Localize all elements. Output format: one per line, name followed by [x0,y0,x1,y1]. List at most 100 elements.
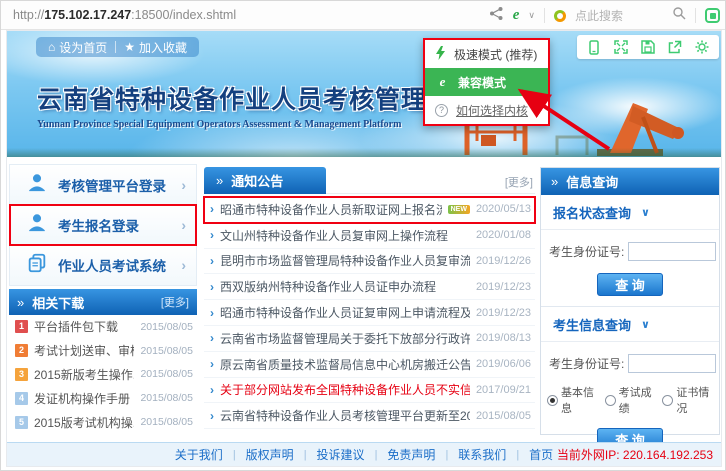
mobile-view-icon[interactable] [587,40,601,55]
save-page-icon[interactable] [641,40,655,54]
home-icon: ⌂ [48,40,55,54]
download-item[interactable]: 4发证机构操作手册2015/08/05 [9,386,197,410]
notice-item[interactable]: ›昭通市特种设备作业人员新取证网上报名流程NEW2020/05/13 [204,197,535,223]
footer-link-copyright[interactable]: 版权声明 [246,446,294,463]
download-date: 2015/08/05 [140,321,193,333]
arrow-icon: › [210,383,214,397]
rank-badge: 1 [15,320,28,333]
share-icon[interactable] [489,6,504,26]
footer-link-contact[interactable]: 联系我们 [458,446,506,463]
notice-item[interactable]: ›关于部分网站发布全国特种设备作业人员不实信息...2017/09/21 [204,378,535,404]
page-subtitle: Yunnan Province Special Equipment Operat… [37,119,479,130]
share-page-icon[interactable] [668,40,682,54]
star-icon: ★ [124,40,135,54]
chevron-down-icon[interactable]: ∨ [528,10,535,21]
info-id-input[interactable] [628,354,716,373]
menu-item-kernel-help[interactable]: ? 如何选择内核 [425,96,548,124]
notice-item[interactable]: ›文山州特种设备作业人员复审网上操作流程2020/01/08 [204,223,535,249]
browser-window: http://175.102.17.247:18500/index.shtml … [0,0,726,471]
download-item[interactable]: 32015新版考生操作...2015/08/05 [9,363,197,387]
double-arrow-icon: » [216,173,223,188]
section-status-query[interactable]: 报名状态查询 ∨ [541,195,719,230]
download-item[interactable]: 2考试计划送审、审核 ...2015/08/05 [9,339,197,363]
browser-plugin-toolbar [577,35,719,59]
set-homepage-link[interactable]: ⌂设为首页 [48,39,107,56]
rank-badge: 5 [15,416,28,429]
query-panel-title: 信息查询 [566,172,618,191]
id-number-label: 考生身份证号: [549,243,624,260]
ie-mode-icon[interactable]: e [513,7,520,24]
browser-address-bar: http://175.102.17.247:18500/index.shtml … [1,1,725,30]
arrow-icon: › [210,357,214,371]
url-field[interactable]: http://175.102.17.247:18500/index.shtml [13,8,236,22]
footer-divider: | [304,449,307,461]
toolbar-divider [544,8,545,23]
download-date: 2015/08/05 [140,392,193,404]
download-date: 2015/08/05 [140,416,193,428]
info-query-panel: » 信息查询 报名状态查询 ∨ 考生身份证号: 查 询 考生信息查询 ∨ 考生身… [540,167,720,435]
chevron-right-icon: › [181,177,186,193]
ie-icon: e [435,74,450,90]
question-icon: ? [435,104,448,117]
chevron-down-icon: ∨ [641,318,650,331]
browser-app-icon[interactable] [705,8,720,23]
radio-exam-score[interactable]: 考试成绩 [605,384,656,416]
query-panel-header: » 信息查询 [541,168,719,195]
search-icon[interactable] [672,6,686,25]
sidebar-item-exam-system[interactable]: 作业人员考试系统 › [10,245,196,285]
download-item[interactable]: 1平台插件包下载2015/08/05 [9,315,197,339]
page-title: 云南省特种设备作业人员考核管理平台 [37,80,479,116]
radio-certificate[interactable]: 证书情况 [662,384,713,416]
notice-item[interactable]: ›西双版纳州特种设备作业人员证申办流程2019/12/23 [204,274,535,300]
id-number-label: 考生身份证号: [549,355,624,372]
download-date: 2015/08/05 [140,368,193,380]
site-banner: ⌂设为首页 ★加入收藏 云南省特种设备作业人员考核管理平台 Yunnan Pro… [7,31,721,157]
downloads-header: » 相关下载 [更多] [9,289,197,315]
menu-item-fast-mode[interactable]: 极速模式 (推荐) [425,40,548,68]
download-item[interactable]: 52015版考试机构操...2015/08/05 [9,410,197,434]
rank-badge: 4 [15,392,28,405]
rank-badge: 2 [15,344,28,357]
status-id-input[interactable] [628,242,716,261]
quicklink-divider [115,41,116,53]
arrow-icon: › [210,280,214,294]
status-query-button[interactable]: 查 询 [597,273,663,296]
chevron-right-icon: › [181,257,186,273]
notice-date: 2015/08/05 [476,410,531,422]
add-favorite-link[interactable]: ★加入收藏 [124,39,187,56]
notice-item[interactable]: ›昆明市市场监督管理局特种设备作业人员复审流程...2019/12/26 [204,249,535,275]
arrow-icon: › [210,331,214,345]
menu-item-compat-mode[interactable]: e 兼容模式 [425,68,548,96]
notice-list: ›昭通市特种设备作业人员新取证网上报名流程NEW2020/05/13 ›文山州特… [204,197,535,429]
arrow-icon: › [210,202,214,216]
notice-item[interactable]: ›云南省市场监督管理局关于委托下放部分行政许可...2019/08/13 [204,326,535,352]
search-input[interactable]: 点此搜索 [575,7,663,24]
chevron-down-icon: ∨ [641,206,650,219]
radio-dot [605,395,616,406]
notice-item[interactable]: ›云南省特种设备作业人员考核管理平台更新至20...2015/08/05 [204,403,535,429]
footer-link-disclaimer[interactable]: 免责声明 [387,446,435,463]
notice-item[interactable]: ›原云南省质量技术监督局信息中心机房搬迁公告2019/06/06 [204,352,535,378]
url-prefix: http:// [13,8,44,22]
footer-link-about[interactable]: 关于我们 [175,446,223,463]
fullscreen-icon[interactable] [614,40,628,54]
notice-date: 2020/01/08 [476,229,531,241]
downloads-more-link[interactable]: [更多] [161,294,189,310]
new-badge: NEW [448,205,470,214]
footer-link-complaints[interactable]: 投诉建议 [317,446,365,463]
notices-more-link[interactable]: [更多] [505,174,533,190]
info-type-radios: 基本信息 考试成绩 证书情况 [541,373,719,416]
arrow-icon: › [210,228,214,242]
footer-link-home[interactable]: 首页 [529,446,553,463]
radio-basic-info[interactable]: 基本信息 [547,384,598,416]
downloads-list: 1平台插件包下载2015/08/05 2考试计划送审、审核 ...2015/08… [9,315,197,434]
tab-notices[interactable]: » 通知公告 [204,167,326,194]
section-info-query[interactable]: 考生信息查询 ∨ [541,307,719,342]
notice-item[interactable]: ›昭通市特种设备作业人员证复审网上申请流程及相...2019/12/23 [204,300,535,326]
sidebar-item-candidate-login[interactable]: 考生报名登录 › [10,205,196,245]
downloads-title: 相关下载 [32,293,153,312]
arrow-icon: › [210,306,214,320]
settings-gear-icon[interactable] [695,40,709,54]
banner-quick-links: ⌂设为首页 ★加入收藏 [36,37,199,57]
sidebar-item-admin-login[interactable]: 考核管理平台登录 › [10,165,196,205]
